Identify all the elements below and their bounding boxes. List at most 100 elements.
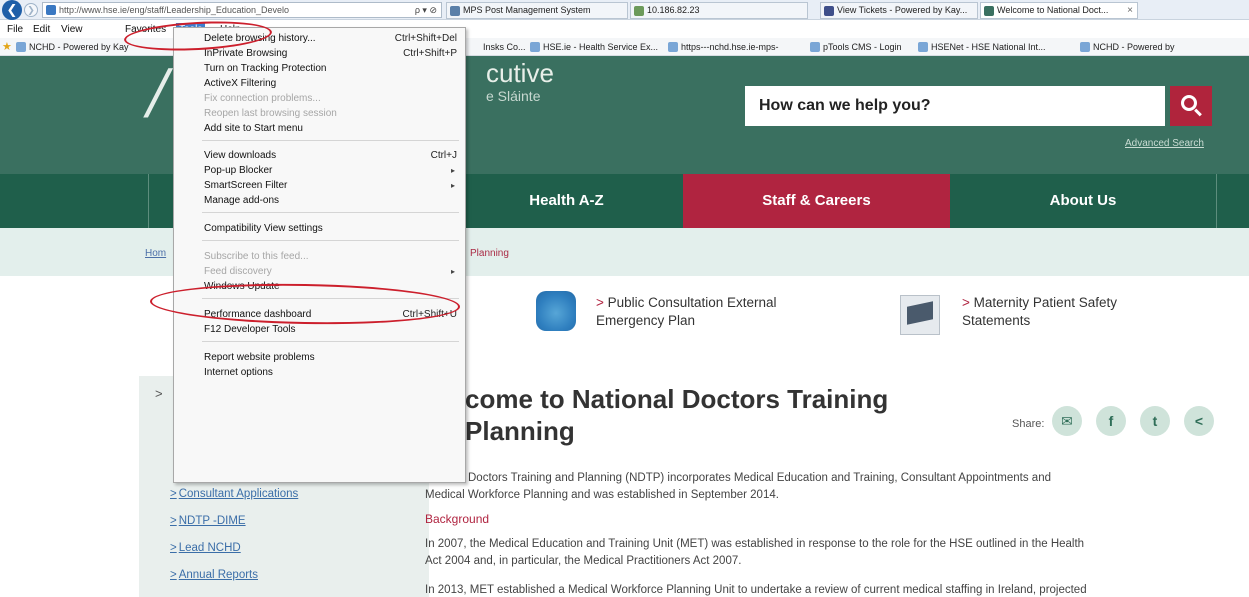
menu-item-fix-connection: Fix connection problems...: [204, 93, 321, 104]
promo-line: Emergency Plan: [596, 313, 696, 328]
menu-item-reopen-session: Reopen last browsing session: [204, 108, 337, 119]
favorites-star-icon[interactable]: ★: [2, 38, 12, 55]
browser-tab[interactable]: 10.186.82.23: [630, 2, 808, 19]
menu-item-internet-options[interactable]: Internet options: [204, 365, 457, 380]
url-text: http://www.hse.ie/eng/staff/Leadership_E…: [59, 5, 289, 15]
promo-maternity-safety[interactable]: > Maternity Patient Safety Statements: [962, 294, 1117, 330]
favorite-link[interactable]: https---nchd.hse.ie-mps-: [668, 38, 779, 55]
menu-item-add-start-menu[interactable]: Add site to Start menu: [204, 121, 457, 136]
menu-item-label: InPrivate Browsing: [204, 48, 288, 59]
tab-label: Welcome to National Doct...: [997, 5, 1109, 15]
search-button[interactable]: [1170, 86, 1212, 126]
favorite-link[interactable]: NCHD - Powered by Kay: [16, 38, 129, 55]
favorite-label: https---nchd.hse.ie-mps-: [681, 42, 779, 52]
menu-divider: [202, 140, 459, 141]
menu-item-developer-tools[interactable]: F12 Developer Tools: [204, 322, 457, 337]
menu-shortcut: Ctrl+Shift+P: [403, 48, 457, 59]
sidebar-item-label: Annual Reports: [178, 569, 258, 581]
favorite-link[interactable]: NCHD - Powered by: [1080, 38, 1175, 55]
browser-tab[interactable]: View Tickets - Powered by Kay...: [820, 2, 978, 19]
nav-about-us[interactable]: About Us: [950, 174, 1216, 228]
tools-menu: Delete browsing history... Ctrl+Shift+Del…: [173, 27, 466, 483]
tab-favicon-icon: [634, 6, 644, 16]
menu-item-manage-addons[interactable]: Manage add-ons: [204, 193, 457, 208]
favorite-link[interactable]: HSENet - HSE National Int...: [918, 38, 1046, 55]
link-chevron-icon: >: [170, 569, 177, 581]
sidebar-item-lead-nchd[interactable]: > Lead NCHD: [170, 542, 241, 554]
nav-health-a-z[interactable]: Health A-Z: [450, 174, 683, 228]
site-name: cutive: [486, 58, 554, 88]
menu-item-label: Pop-up Blocker: [204, 165, 273, 176]
monitor-icon: [900, 295, 940, 335]
page-title: come to National Doctors Training: [465, 384, 889, 414]
menu-shortcut: Ctrl+J: [430, 150, 457, 161]
favorite-label: HSENet - HSE National Int...: [931, 42, 1046, 52]
favorite-icon: [16, 42, 26, 52]
section-heading: Background: [425, 512, 490, 526]
sidebar-item-consultant-applications[interactable]: > Consultant Applications: [170, 488, 298, 500]
chevron-right-icon[interactable]: >: [155, 386, 163, 401]
favorite-link[interactable]: pTools CMS - Login: [810, 38, 902, 55]
menu-item-tracking-protection[interactable]: Turn on Tracking Protection: [204, 61, 457, 76]
forward-button[interactable]: ❯: [24, 3, 38, 17]
advanced-search-link[interactable]: Advanced Search: [1125, 138, 1204, 149]
breadcrumb-home[interactable]: Hom: [145, 248, 166, 259]
tab-label: View Tickets - Powered by Kay...: [837, 5, 968, 15]
menu-item-feed-discovery: Feed discovery ▸: [204, 264, 457, 279]
menu-file[interactable]: File: [4, 21, 26, 38]
page-title-line2: Planning: [465, 416, 575, 446]
menu-item-label: SmartScreen Filter: [204, 180, 288, 191]
url-tools[interactable]: ρ ▾ ⊘: [415, 3, 437, 17]
promo-line: Statements: [962, 313, 1031, 328]
facebook-share-icon[interactable]: f: [1096, 406, 1126, 436]
nav-divider: [148, 174, 149, 228]
submenu-arrow-icon: ▸: [450, 267, 455, 276]
intro-text: Medical Workforce Planning and was estab…: [425, 489, 779, 501]
menu-view[interactable]: View: [58, 21, 86, 38]
breadcrumb-current: Planning: [470, 248, 509, 259]
tab-label: MPS Post Management System: [463, 5, 591, 15]
favorite-link[interactable]: Insks Co...: [470, 38, 526, 55]
promo-line: Maternity Patient Safety: [973, 295, 1117, 310]
intro-text: Doctors Training and Planning (NDTP) inc…: [468, 472, 1051, 484]
menu-item-smartscreen[interactable]: SmartScreen Filter ▸: [204, 178, 457, 193]
nav-staff-careers[interactable]: Staff & Careers: [683, 174, 950, 228]
menu-item-compatibility-view[interactable]: Compatibility View settings: [204, 221, 457, 236]
email-share-icon[interactable]: ✉: [1052, 406, 1082, 436]
site-search-input[interactable]: How can we help you?: [745, 86, 1165, 126]
link-chevron-icon: >: [170, 515, 177, 527]
favorite-icon: [918, 42, 928, 52]
sidebar-item-ndtp-dime[interactable]: > NDTP -DIME: [170, 515, 246, 527]
url-field[interactable]: http://www.hse.ie/eng/staff/Leadership_E…: [42, 2, 442, 18]
address-bar-strip: ❮ ❯ http://www.hse.ie/eng/staff/Leadersh…: [0, 0, 1249, 20]
body-paragraph: In 2013, MET established a Medical Workf…: [425, 584, 1087, 596]
favorite-label: pTools CMS - Login: [823, 42, 902, 52]
favorite-link[interactable]: HSE.ie - Health Service Ex...: [530, 38, 658, 55]
menu-edit[interactable]: Edit: [30, 21, 53, 38]
menu-item-view-downloads[interactable]: View downloads Ctrl+J: [204, 148, 457, 163]
sidebar-item-label: Lead NCHD: [178, 542, 241, 554]
promo-line: Public Consultation External: [607, 295, 777, 310]
menu-item-report-problems[interactable]: Report website problems: [204, 350, 457, 365]
menu-item-inprivate[interactable]: InPrivate Browsing Ctrl+Shift+P: [204, 46, 457, 61]
share-icon[interactable]: <: [1184, 406, 1214, 436]
menu-divider: [202, 240, 459, 241]
site-favicon-icon: [46, 5, 56, 15]
twitter-share-icon[interactable]: t: [1140, 406, 1170, 436]
back-button[interactable]: ❮: [2, 0, 22, 20]
hse-logo[interactable]: /: [148, 62, 168, 122]
link-chevron-icon: >: [170, 488, 177, 500]
browser-tab-active[interactable]: Welcome to National Doct... ×: [980, 2, 1138, 19]
share-label: Share:: [1012, 418, 1045, 430]
sidebar-item-label: Consultant Applications: [178, 488, 299, 500]
tab-favicon-icon: [984, 6, 994, 16]
menu-item-popup-blocker[interactable]: Pop-up Blocker ▸: [204, 163, 457, 178]
browser-tab[interactable]: MPS Post Management System: [446, 2, 628, 19]
search-icon-handle: [1194, 108, 1202, 117]
sidebar-item-annual-reports[interactable]: > Annual Reports: [170, 569, 258, 581]
promo-emergency-plan[interactable]: > Public Consultation External Emergency…: [596, 294, 777, 330]
submenu-arrow-icon: ▸: [450, 181, 455, 190]
tab-close-icon[interactable]: ×: [1127, 3, 1133, 18]
hands-icon: [536, 291, 576, 331]
menu-item-activex-filtering[interactable]: ActiveX Filtering: [204, 76, 457, 91]
